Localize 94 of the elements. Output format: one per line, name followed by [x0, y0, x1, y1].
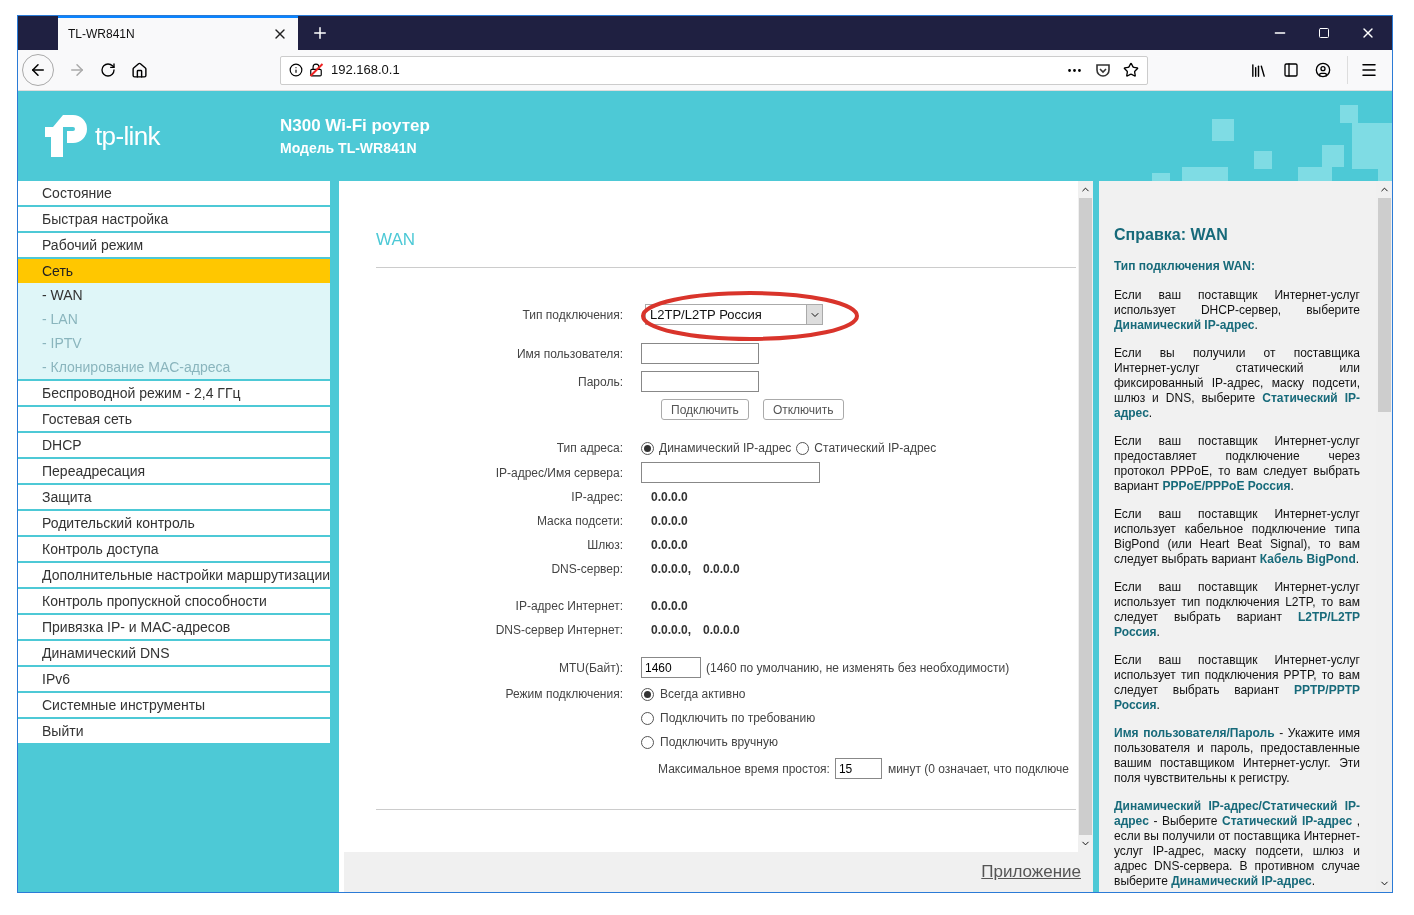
scrollbar[interactable] [1078, 181, 1093, 852]
status-value: 0.0.0.0, [651, 561, 692, 578]
radio-button[interactable] [796, 441, 810, 455]
field-label: Тип адреса: [555, 440, 624, 457]
help-subtitle: Тип подключения WAN: [1114, 258, 1257, 275]
help-title: Справка: WAN [1114, 225, 1229, 245]
action-button[interactable]: Отключить [762, 399, 844, 420]
sidebar-item[interactable]: Состояние [18, 181, 330, 205]
sidebar-item[interactable]: Контроль доступа [18, 537, 330, 561]
help-paragraph: Если ваш поставщик Интернет-услуг использует тип подключения PPTP, то вам следует выбрать вариант PPTP/PPTP Россия. [1114, 653, 1360, 713]
field-label: Тип подключения: [521, 306, 624, 324]
sidebar-item[interactable]: Выйти [18, 719, 330, 743]
radio-button[interactable] [641, 711, 654, 725]
field-label: DNS-сервер Интернет: [494, 622, 624, 639]
pocket-icon[interactable] [1095, 62, 1111, 78]
radio-label: Динамический IP-адрес [659, 440, 792, 457]
mtu-field[interactable]: 1460 [641, 657, 701, 678]
account-icon[interactable] [1315, 62, 1331, 78]
logo-text: tp-link [95, 119, 160, 153]
field-label: Имя пользователя: [515, 345, 624, 363]
sidebar-icon[interactable] [1283, 62, 1299, 78]
status-value: 0.0.0.0 [651, 537, 688, 554]
help-paragraph: Если ваш поставщик Интернет-услуг использует DHCP-сервер, выберите Динамический IP-адрес. [1114, 288, 1360, 333]
sidebar-item[interactable]: DHCP [18, 433, 330, 457]
sidebar-item[interactable]: Дополнительные настройки маршрутизации [18, 563, 330, 587]
help-paragraph: Динамический IP-адрес/Статический IP-адрес - Выберите Статический IP-адрес, если вы получили от поставщика Интернет-услуг IP-адрес, маску подсети, шлюз и адрес DNS-сервера. В противном случае выберите Динамический IP-адрес. [1114, 799, 1360, 889]
status-value: 0.0.0.0 [651, 489, 688, 506]
password-field[interactable] [641, 371, 759, 392]
new-tab-icon[interactable] [311, 24, 329, 42]
sidebar-item[interactable]: Быстрая настройка [18, 207, 330, 231]
back-icon [29, 61, 47, 79]
radio-label: Всегда активно [660, 686, 746, 703]
help-paragraph: Если ваш поставщик Интернет-услуг предоставляет подключение через протокол PPPoE, то вам следует выбрать вариант PPPoE/PPPoE Россия. [1114, 434, 1360, 494]
scroll-thumb[interactable] [1377, 198, 1391, 412]
sidebar-item[interactable]: Родительский контроль [18, 511, 330, 535]
action-button[interactable]: Подключить [661, 399, 749, 420]
router-title: N300 Wi-Fi роутер [280, 114, 430, 137]
idle-time-field[interactable]: 15 [834, 758, 882, 779]
browser-tab[interactable]: TL-WR841N [58, 16, 298, 50]
help-paragraph: Если ваш поставщик Интернет-услуг использует тип подключения L2TP, то вам следует выбрать вариант L2TP/L2TP Россия. [1114, 580, 1360, 640]
footer-link[interactable]: Приложение [981, 859, 1081, 885]
mtu-note: (1460 по умолчанию, не изменять без необходимости) [706, 659, 1010, 677]
status-value: 0.0.0.0 [703, 622, 740, 639]
radio-button[interactable] [641, 735, 654, 749]
field-label: IP-адрес Интернет: [514, 598, 624, 615]
field-label: MTU(Байт): [557, 659, 624, 677]
sidebar-item[interactable]: Системные инструменты [18, 693, 330, 717]
sidebar-subitem[interactable]: - WAN [18, 283, 330, 307]
status-value: 0.0.0.0 [703, 561, 740, 578]
sidebar-item[interactable]: Динамический DNS [18, 641, 330, 665]
insecure-lock-icon[interactable] [309, 63, 323, 77]
sidebar-item[interactable]: Рабочий режим [18, 233, 330, 257]
status-value: 0.0.0.0 [651, 598, 688, 615]
status-value: 0.0.0.0, [651, 622, 692, 639]
field-label: IP-адрес: [570, 489, 624, 506]
url-text: 192.168.0.1 [331, 61, 400, 80]
username-field[interactable] [641, 343, 759, 364]
info-icon[interactable] [289, 63, 303, 77]
maximize-icon[interactable] [1318, 27, 1330, 39]
idle-note: минут (0 означает, что подключе [887, 760, 1069, 778]
status-value: 0.0.0.0 [651, 513, 688, 530]
connection-type-select[interactable]: L2TP/L2TP Россия [645, 304, 823, 325]
help-paragraph: Имя пользователя/Пароль - Укажите имя пользователя и пароль, предоставленные вашим поставщиком Интернет-услуг. Эти поля чувствительны к регистру. [1114, 726, 1360, 786]
help-paragraph: Если вы получили от поставщика Интернет-услуг статический или фиксированный IP-адрес, маску подсети, шлюз и DNS, выберите Статический IP-адрес. [1114, 346, 1360, 421]
field-label: Режим подключения: [504, 686, 624, 703]
sidebar-item[interactable]: Беспроводной режим - 2,4 ГГц [18, 381, 330, 405]
library-icon[interactable] [1250, 61, 1267, 79]
sidebar-item[interactable]: Гостевая сеть [18, 407, 330, 431]
sidebar-item[interactable]: Контроль пропускной способности [18, 589, 330, 613]
sidebar-item[interactable]: IPv6 [18, 667, 330, 691]
help-paragraph: Если ваш поставщик Интернет-услуг использует кабельное подключение типа BigPond (или Heart Beat Signal), то вам следует выбрать вариант Кабель BigPond. [1114, 507, 1360, 567]
menu-icon[interactable] [1360, 61, 1378, 79]
radio-button[interactable] [641, 441, 654, 455]
radio-button[interactable] [641, 687, 654, 701]
field-label: Маска подсети: [535, 513, 624, 530]
field-label: IP-адрес/Имя сервера: [494, 464, 624, 482]
home-icon[interactable] [131, 61, 148, 79]
radio-label: Подключить по требованию [660, 710, 816, 727]
sidebar-item[interactable]: Переадресация [18, 459, 330, 483]
radio-label: Статический IP-адрес [814, 440, 937, 457]
field-label: Шлюз: [586, 537, 624, 554]
field-label: Максимальное время простоя: [658, 760, 830, 778]
page-title: WAN [376, 229, 417, 251]
field-label: DNS-сервер: [550, 561, 624, 578]
field-label: Пароль: [577, 373, 624, 391]
radio-label: Подключить вручную [660, 734, 778, 751]
sidebar-item[interactable]: Защита [18, 485, 330, 509]
reload-icon[interactable] [100, 62, 116, 78]
address-bar[interactable]: 192.168.0.1 [280, 55, 1148, 85]
server-field[interactable] [641, 462, 820, 483]
router-model: Модель TL-WR841N [280, 139, 418, 159]
sidebar-item[interactable]: Сеть [18, 259, 330, 283]
star-icon[interactable] [1123, 62, 1139, 78]
sidebar-item[interactable]: Привязка IP- и MAC-адресов [18, 615, 330, 639]
